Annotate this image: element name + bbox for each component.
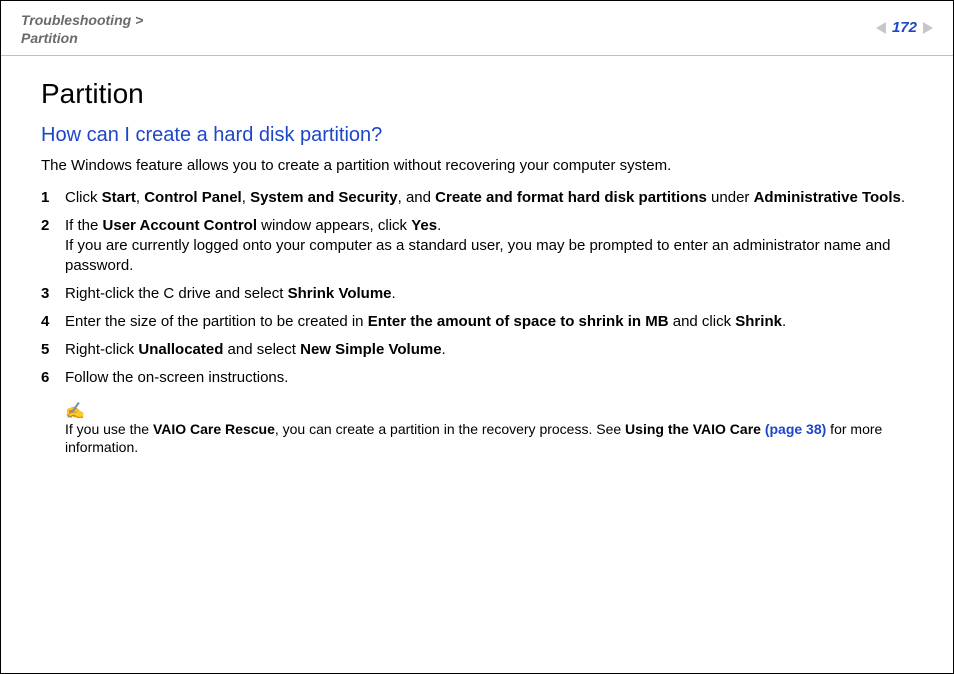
step-item: 5 Right-click Unallocated and select New…: [41, 340, 913, 360]
step-number: 1: [41, 188, 65, 208]
step-text: Right-click the C drive and select Shrin…: [65, 284, 913, 304]
step-item: 6 Follow the on-screen instructions.: [41, 368, 913, 388]
breadcrumb-current: Partition: [21, 30, 78, 46]
breadcrumb: Troubleshooting > Partition: [21, 11, 933, 47]
step-number: 3: [41, 284, 65, 304]
note-block: ✍ If you use the VAIO Care Rescue, you c…: [65, 404, 913, 456]
note-icon: ✍: [65, 404, 913, 420]
step-text: Enter the size of the partition to be cr…: [65, 312, 913, 332]
step-text: Click Start, Control Panel, System and S…: [65, 188, 913, 208]
step-text: Right-click Unallocated and select New S…: [65, 340, 913, 360]
step-text: If the User Account Control window appea…: [65, 216, 913, 276]
page-title: Partition: [41, 78, 913, 110]
step-item: 3 Right-click the C drive and select Shr…: [41, 284, 913, 304]
breadcrumb-parent[interactable]: Troubleshooting: [21, 12, 131, 28]
step-number: 6: [41, 368, 65, 388]
intro-text: The Windows feature allows you to create…: [41, 157, 913, 174]
step-item: 2 If the User Account Control window app…: [41, 216, 913, 276]
step-number: 4: [41, 312, 65, 332]
step-text: Follow the on-screen instructions.: [65, 368, 913, 388]
step-item: 4 Enter the size of the partition to be …: [41, 312, 913, 332]
note-link[interactable]: (page 38): [765, 421, 826, 437]
section-question: How can I create a hard disk partition?: [41, 124, 913, 147]
page-indicator: 172: [876, 19, 933, 36]
prev-page-icon[interactable]: [876, 22, 886, 34]
step-number: 5: [41, 340, 65, 360]
next-page-icon[interactable]: [923, 22, 933, 34]
step-number: 2: [41, 216, 65, 276]
breadcrumb-sep: >: [131, 12, 143, 28]
step-item: 1 Click Start, Control Panel, System and…: [41, 188, 913, 208]
page-number: 172: [892, 19, 917, 36]
steps-list: 1 Click Start, Control Panel, System and…: [41, 188, 913, 388]
content-area: Partition How can I create a hard disk p…: [1, 56, 953, 456]
note-text: If you use the VAIO Care Rescue, you can…: [65, 420, 913, 456]
